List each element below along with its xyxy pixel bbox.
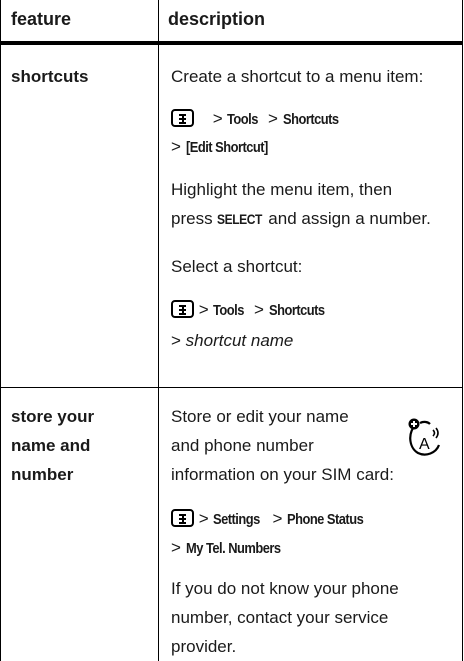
highlight-line-1: Highlight the menu item, then xyxy=(171,180,393,199)
feature-store-line3: number xyxy=(11,465,74,484)
path-item-shortcuts: Shortcuts xyxy=(268,302,325,319)
path-item-edit-shortcut: [Edit Shortcut] xyxy=(185,139,268,156)
table-header: feature description xyxy=(1,0,462,45)
store-text-line2: and phone number xyxy=(171,436,314,455)
path-item-my-tel-numbers: My Tel. Numbers xyxy=(185,540,281,557)
shortcut-path-1-line1: > Tools > Shortcuts xyxy=(171,109,347,130)
path-item-shortcut-name: shortcut name xyxy=(185,331,294,350)
shortcut-path-1-line2: > [Edit Shortcut] xyxy=(171,137,268,156)
select-key-label: SELECT xyxy=(217,211,263,227)
menu-key-icon xyxy=(171,109,194,127)
menu-key-icon xyxy=(171,300,194,318)
path-item-tools: Tools xyxy=(213,302,245,319)
store-text-line3: information on your SIM card: xyxy=(171,465,394,484)
settings-path-line2: > My Tel. Numbers xyxy=(171,538,281,557)
settings-path-line1: > Settings > Phone Status xyxy=(171,509,376,530)
feature-store-line1: store your xyxy=(11,407,95,426)
help-text-line1: If you do not know your phone xyxy=(171,579,399,598)
svg-text:A: A xyxy=(419,436,430,453)
path-item-settings: Settings xyxy=(213,511,261,528)
path-item-shortcuts: Shortcuts xyxy=(282,111,339,128)
path-item-tools: Tools xyxy=(227,111,259,128)
feature-table: feature description shortcuts Create a s… xyxy=(0,0,463,661)
select-shortcut-text: Select a shortcut: xyxy=(171,257,303,276)
help-text-line3: provider. xyxy=(171,637,237,656)
store-text-line1: Store or edit your name xyxy=(171,407,349,426)
shortcut-create-text: Create a shortcut to a menu item: xyxy=(171,67,424,86)
highlight-line-2: press SELECT and assign a number. xyxy=(171,209,431,228)
sim-feature-icon: A xyxy=(408,418,441,456)
menu-key-icon xyxy=(171,509,194,527)
help-text-line2: number, contact your service xyxy=(171,608,389,627)
shortcut-path-2-line1: > Tools > Shortcuts xyxy=(171,300,333,321)
column-divider xyxy=(158,0,159,661)
header-description: description xyxy=(168,9,266,29)
shortcut-path-2-line2: > shortcut name xyxy=(171,331,294,350)
header-feature: feature xyxy=(11,9,72,29)
feature-shortcuts: shortcuts xyxy=(11,67,89,86)
feature-store-line2: name and xyxy=(11,436,91,455)
path-item-phone-status: Phone Status xyxy=(287,511,364,528)
row-divider xyxy=(1,387,462,388)
